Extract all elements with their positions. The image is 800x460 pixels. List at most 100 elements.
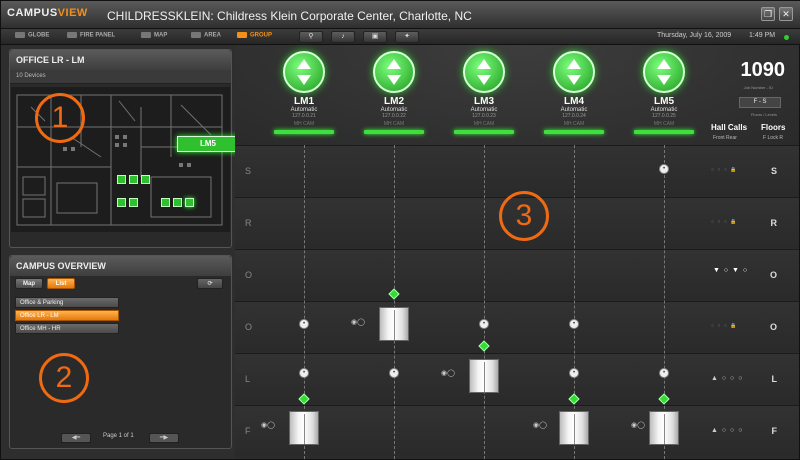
elevator-status-bar bbox=[364, 130, 424, 134]
next-page-button[interactable]: ━▶ bbox=[149, 433, 179, 443]
hall-call-active-icons[interactable]: ▲ ○ ○ ○ bbox=[711, 427, 743, 434]
elevator-car-lm1[interactable] bbox=[289, 411, 319, 445]
nav-group[interactable]: GROUP bbox=[237, 32, 272, 39]
refresh-button[interactable]: ⟳ bbox=[197, 278, 223, 289]
hall-call-icons[interactable]: ○ ○ ○ 🔒 bbox=[711, 323, 737, 329]
hall-call-icons[interactable]: ○ ○ ○ 🔒 bbox=[711, 167, 737, 173]
elevator-status-bar bbox=[454, 130, 514, 134]
elevator-car-lm3[interactable] bbox=[469, 359, 499, 393]
floor-label-right: O bbox=[769, 270, 777, 280]
fire-panel-icon bbox=[67, 32, 77, 38]
car-call-button[interactable]: • bbox=[569, 368, 579, 378]
globe-icon bbox=[15, 32, 25, 38]
floor-row-o: OO bbox=[235, 249, 799, 300]
nav-fire-panel[interactable]: FIRE PANEL bbox=[67, 32, 115, 39]
campusview-logo: CAMPUSVIEW bbox=[7, 7, 88, 19]
floor-label-left: S bbox=[245, 166, 252, 176]
car-call-button[interactable]: • bbox=[569, 319, 579, 329]
camera-button[interactable]: ▣ bbox=[363, 31, 387, 43]
door-indicator-icon: ◉◯ bbox=[261, 422, 275, 429]
page-indicator: Page 1 of 1 bbox=[103, 433, 134, 439]
elevator-name: LM4 bbox=[564, 96, 584, 107]
elevator-device-marker[interactable] bbox=[161, 198, 170, 207]
floor-range-label: Floors / Levels bbox=[750, 112, 777, 117]
elevator-name: LM5 bbox=[654, 96, 674, 107]
floor-label-right: L bbox=[771, 374, 778, 384]
panel-title: OFFICE LR - LM bbox=[10, 50, 231, 70]
floor-label-right: O bbox=[769, 322, 777, 332]
floors-heading: Floors bbox=[761, 123, 786, 132]
elevator-device-marker[interactable] bbox=[117, 175, 126, 184]
alarm-button[interactable]: ♪ bbox=[331, 31, 355, 43]
list-item[interactable]: Office MH - HR bbox=[15, 323, 119, 334]
close-button[interactable]: ✕ bbox=[779, 7, 793, 21]
floor-label-left: O bbox=[245, 270, 253, 280]
elevator-tags: MH CAM bbox=[473, 121, 495, 127]
hall-call-active-icons[interactable]: ▲ ○ ○ ○ bbox=[711, 375, 743, 382]
elevator-lm3-header[interactable]: LM3 Automatic 127.0.0.23 MH CAM bbox=[444, 51, 524, 134]
elevator-lm1-header[interactable]: LM1 Automatic 127.0.0.21 MH CAM bbox=[264, 51, 344, 134]
elevator-name: LM2 bbox=[384, 96, 404, 107]
annotation-badge: 3 bbox=[499, 191, 549, 241]
door-indicator-icon: ◉◯ bbox=[351, 319, 365, 326]
door-indicator-icon: ◉◯ bbox=[441, 370, 455, 377]
elevator-name: LM1 bbox=[294, 96, 314, 107]
tab-map[interactable]: Map bbox=[15, 278, 43, 289]
elevator-device-marker[interactable] bbox=[129, 198, 138, 207]
car-call-button[interactable]: • bbox=[659, 164, 669, 174]
elevator-device-marker[interactable] bbox=[173, 198, 182, 207]
campus-overview-title: CAMPUS OVERVIEW bbox=[10, 256, 231, 276]
direction-up-down-icon bbox=[643, 51, 685, 93]
floor-label-right: F bbox=[771, 426, 778, 436]
floor-label-right: R bbox=[770, 218, 778, 228]
elevator-tags: MH CAM bbox=[293, 121, 315, 127]
car-call-button[interactable]: • bbox=[479, 319, 489, 329]
elevator-tags: MH CAM bbox=[383, 121, 405, 127]
direction-up-down-icon bbox=[283, 51, 325, 93]
elevator-ip: 127.0.0.25 bbox=[652, 113, 676, 119]
elevator-status-bar bbox=[544, 130, 604, 134]
car-call-button[interactable]: • bbox=[659, 368, 669, 378]
door-indicator-icon: ◉◯ bbox=[631, 422, 645, 429]
hall-call-icons[interactable]: ○ ○ ○ 🔒 bbox=[711, 219, 737, 225]
shaft-line bbox=[484, 145, 485, 459]
search-button[interactable]: ⚲ bbox=[299, 31, 323, 43]
elevator-car-lm2[interactable] bbox=[379, 307, 409, 341]
elevator-device-marker[interactable] bbox=[141, 175, 150, 184]
elevator-tags: MH CAM bbox=[563, 121, 585, 127]
car-call-button[interactable]: • bbox=[299, 368, 309, 378]
elevator-ip: 127.0.0.21 bbox=[292, 113, 316, 119]
floor-label-right: S bbox=[770, 166, 777, 176]
elevator-status-bar bbox=[274, 130, 334, 134]
elevator-lm2-header[interactable]: LM2 Automatic 127.0.0.22 MH CAM bbox=[354, 51, 434, 134]
nav-area[interactable]: AREA bbox=[191, 32, 221, 39]
elevator-lm5-header[interactable]: LM5 Automatic 127.0.0.25 MH CAM bbox=[624, 51, 704, 134]
elevator-device-marker[interactable] bbox=[117, 198, 126, 207]
nav-globe[interactable]: GLOBE bbox=[15, 32, 49, 39]
car-call-button[interactable]: • bbox=[299, 319, 309, 329]
time-display: 1:49 PM bbox=[749, 32, 776, 39]
prev-page-button[interactable]: ◀━ bbox=[61, 433, 91, 443]
hall-calls-sub: Front Rear bbox=[713, 135, 737, 141]
floor-label-left: F bbox=[245, 426, 251, 436]
elevator-status-bar bbox=[634, 130, 694, 134]
list-item[interactable]: Office & Parking bbox=[15, 297, 119, 308]
list-item-selected[interactable]: Office LR - LM bbox=[15, 310, 119, 321]
restore-button[interactable]: ❐ bbox=[761, 7, 775, 21]
elevator-car-lm4[interactable] bbox=[559, 411, 589, 445]
floor-label-left: L bbox=[245, 374, 251, 384]
nav-map[interactable]: MAP bbox=[141, 32, 167, 39]
elevator-lm4-header[interactable]: LM4 Automatic 127.0.0.24 MH CAM bbox=[534, 51, 614, 134]
hall-call-active-icons[interactable]: ▼ ○ ▼ ○ bbox=[713, 267, 748, 274]
car-call-button[interactable]: • bbox=[389, 368, 399, 378]
settings-button[interactable]: ✦ bbox=[395, 31, 419, 43]
elevator-device-marker-selected[interactable] bbox=[185, 198, 194, 207]
elevator-ip: 127.0.0.24 bbox=[562, 113, 586, 119]
lm5-popup-label[interactable]: LM5 bbox=[177, 136, 239, 152]
tab-list[interactable]: List bbox=[47, 278, 75, 289]
elevator-device-marker[interactable] bbox=[129, 175, 138, 184]
area-icon bbox=[191, 32, 201, 38]
elevator-name: LM3 bbox=[474, 96, 494, 107]
elevator-car-lm5[interactable] bbox=[649, 411, 679, 445]
group-elevator-view: LM1 Automatic 127.0.0.21 MH CAM LM2 Auto… bbox=[235, 45, 799, 459]
